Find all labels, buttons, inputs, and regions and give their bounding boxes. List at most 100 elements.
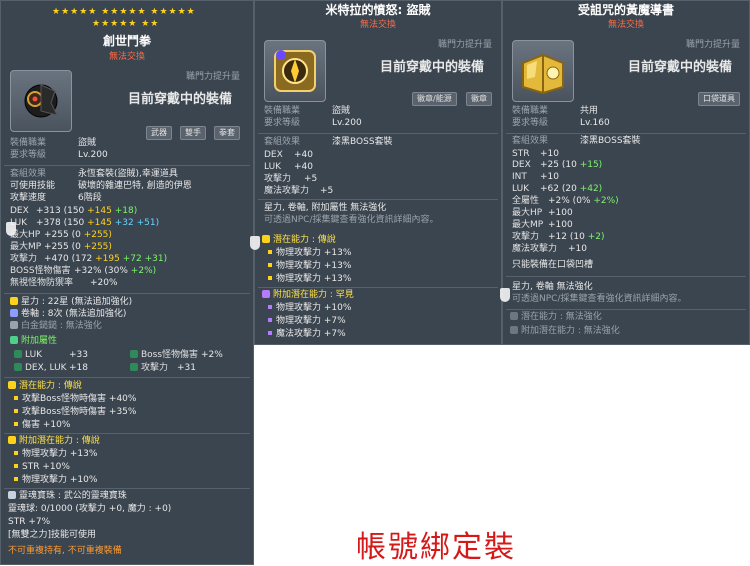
stat-line: STR +10 xyxy=(512,149,559,159)
equipped-status: 目前穿戴中的裝備 xyxy=(628,60,733,75)
potential-line: 物理攻擊力 +13% xyxy=(268,261,351,272)
job-value: 盜賊 xyxy=(78,138,97,148)
scroll-icon xyxy=(10,309,18,317)
bonus-stat-name: Boss怪物傷害 xyxy=(141,350,199,360)
mouse-cursor-icon xyxy=(500,288,510,302)
stat-line: 攻擊力 +5 xyxy=(264,174,318,184)
starforce-stars-row1: ★★★★★ ★★★★★ ★★★★★ xyxy=(52,7,196,17)
potential-line: 攻擊Boss怪物時傷害 +35% xyxy=(14,407,136,418)
enhance-status: 星力, 卷軸, 附加屬性 無法強化 xyxy=(264,203,387,213)
level-label: 要求等級 xyxy=(512,118,549,128)
hammer-info: 白金鎚鎚 : 無法強化 xyxy=(21,321,102,331)
soul-title: 靈魂寶珠 : 武公的靈魂寶珠 xyxy=(19,491,127,501)
potential-line: 物理攻擊力 +13% xyxy=(268,248,351,259)
additional-potential-icon xyxy=(262,290,270,298)
additional-potential-disabled-icon xyxy=(510,326,518,334)
stat-line: 最大HP +255 (0 +255) xyxy=(10,230,112,240)
potential-title: 潛在能力 : 傳說 xyxy=(273,235,336,245)
soul-gauge: 靈魂球: 0/1000 (攻擊力 +0, 魔力 : +0) xyxy=(8,504,172,514)
hammer-icon xyxy=(10,321,18,329)
category-tag-emblem-energy: 徽章/能源 xyxy=(412,92,457,106)
stat-line: BOSS怪物傷害 +32% (30% +2%) xyxy=(10,266,157,276)
item-tooltip-cursed-grimoire: 受詛咒的黃魔導書 無法交換 職門力提升量 目前穿戴中的裝備 口袋道具 裝備職業 … xyxy=(500,0,750,345)
set-value: 漆黑BOSS套裝 xyxy=(580,136,641,146)
bonus-stat-value: +18 xyxy=(69,363,88,373)
account-bound-caption: 帳號綁定裝 xyxy=(356,530,516,565)
stat-line: LUK +62 (20 +42) xyxy=(512,184,603,194)
emblem-icon xyxy=(274,50,316,92)
scroll-info: 卷軸 : 8次 (無法追加強化) xyxy=(21,309,127,319)
level-label: 要求等級 xyxy=(10,150,47,160)
speed-label: 攻擊速度 xyxy=(10,193,47,203)
stat-line: 無視怪物防禦率 +20% xyxy=(10,278,118,288)
job-power-hint: 職門力提升量 xyxy=(686,40,741,50)
item-icon xyxy=(264,40,326,102)
trade-status: 無法交換 xyxy=(607,20,644,30)
bonus-stat-value: +2% xyxy=(201,350,223,360)
stat-line: 最大MP +100 xyxy=(512,220,573,230)
category-tag-emblem: 徽章 xyxy=(466,92,492,106)
potential-line: 攻擊Boss怪物時傷害 +40% xyxy=(14,394,136,405)
item-title: 米特拉的憤怒: 盜賊 xyxy=(325,3,431,17)
set-label: 套組效果 xyxy=(10,169,47,179)
item-tooltip-mitra-rage: 米特拉的憤怒: 盜賊 無法交換 職門力提升量 目前穿戴中的裝備 徽章/能源 徽章… xyxy=(250,0,502,345)
item-title: 受詛咒的黃魔導書 xyxy=(577,3,674,17)
job-label: 裝備職業 xyxy=(264,106,301,116)
soul-icon xyxy=(8,491,16,499)
additional-potential-line: 物理攻擊力 +10% xyxy=(268,303,351,314)
stat-line: 攻擊力 +12 (10 +2) xyxy=(512,232,605,242)
potential-legendary-icon xyxy=(8,381,16,389)
category-tag-pocket: 口袋道具 xyxy=(698,92,740,106)
level-value: Lv.160 xyxy=(580,118,610,128)
additional-potential-line: 魔法攻擊力 +7% xyxy=(268,329,346,340)
potential-title: 潛在能力 : 傳說 xyxy=(19,381,82,391)
pocket-slot-note: 只能裝備在口袋凹槽 xyxy=(512,260,594,270)
speed-value: 6階段 xyxy=(78,193,102,203)
additional-potential-icon xyxy=(8,436,16,444)
additional-potential-line: STR +10% xyxy=(14,462,70,473)
job-label: 裝備職業 xyxy=(10,138,47,148)
knuckle-icon xyxy=(24,84,58,118)
job-value: 共用 xyxy=(580,106,599,116)
stat-line: 魔法攻擊力 +10 xyxy=(512,244,587,254)
starforce-stars-row2: ★★★★★ ★★ xyxy=(92,19,160,29)
equipped-status: 目前穿戴中的裝備 xyxy=(380,60,485,75)
trade-status: 無法交換 xyxy=(108,52,145,62)
level-value: Lv.200 xyxy=(332,118,362,128)
set-label: 套組效果 xyxy=(264,137,301,147)
job-power-hint: 職門力提升量 xyxy=(438,40,493,50)
bonus-stat-value: +33 xyxy=(69,350,88,360)
additional-potential-title: 附加潛在能力 : 罕見 xyxy=(273,290,354,300)
potential-line: 傷害 +10% xyxy=(14,420,70,431)
star-icon xyxy=(10,297,18,305)
bonus-stat-name: 攻擊力 xyxy=(141,363,169,373)
soul-skill: [無雙之力]技能可使用 xyxy=(8,530,97,540)
potential-title: 潛在能力 : 無法強化 xyxy=(521,312,602,322)
stat-line: DEX +313 (150 +145 +18) xyxy=(10,206,138,216)
trade-status: 無法交換 xyxy=(359,20,396,30)
stat-line: 最大MP +255 (0 +255) xyxy=(10,242,112,252)
additional-potential-line: 物理攻擊力 +13% xyxy=(14,449,97,460)
bonus-stat-icon xyxy=(10,336,18,344)
skill-value: 破壞的雜連巴特, 創造的伊恩 xyxy=(78,181,192,191)
stat-line: 全屬性 +2% (0% +2%) xyxy=(512,196,619,206)
set-label: 套組效果 xyxy=(512,136,549,146)
item-icon xyxy=(10,70,72,132)
stat-line: LUK +378 (150 +145 +32 +51) xyxy=(10,218,160,228)
stat-line: DEX +25 (10 +15) xyxy=(512,160,603,170)
enhance-status: 星力, 卷軸 無法強化 xyxy=(512,282,593,292)
additional-potential-line: 物理攻擊力 +10% xyxy=(14,475,97,486)
level-label: 要求等級 xyxy=(264,118,301,128)
category-tag-knuckle: 拳套 xyxy=(214,126,240,140)
bonus-stat-name: DEX, LUK xyxy=(25,363,67,373)
job-value: 盜賊 xyxy=(332,106,351,116)
bonus-stat-name: LUK xyxy=(25,350,43,360)
stat-line: 魔法攻擊力 +5 xyxy=(264,186,334,196)
stat-line: 攻擊力 +470 (172 +195 +72 +31) xyxy=(10,254,168,264)
mouse-cursor-icon xyxy=(250,236,260,250)
item-title: 創世鬥拳 xyxy=(102,34,151,48)
stat-line: DEX +40 xyxy=(264,150,313,160)
equipped-status: 目前穿戴中的裝備 xyxy=(128,92,233,107)
set-value: 漆黑BOSS套裝 xyxy=(332,137,393,147)
additional-potential-title: 附加潛在能力 : 傳說 xyxy=(19,436,100,446)
